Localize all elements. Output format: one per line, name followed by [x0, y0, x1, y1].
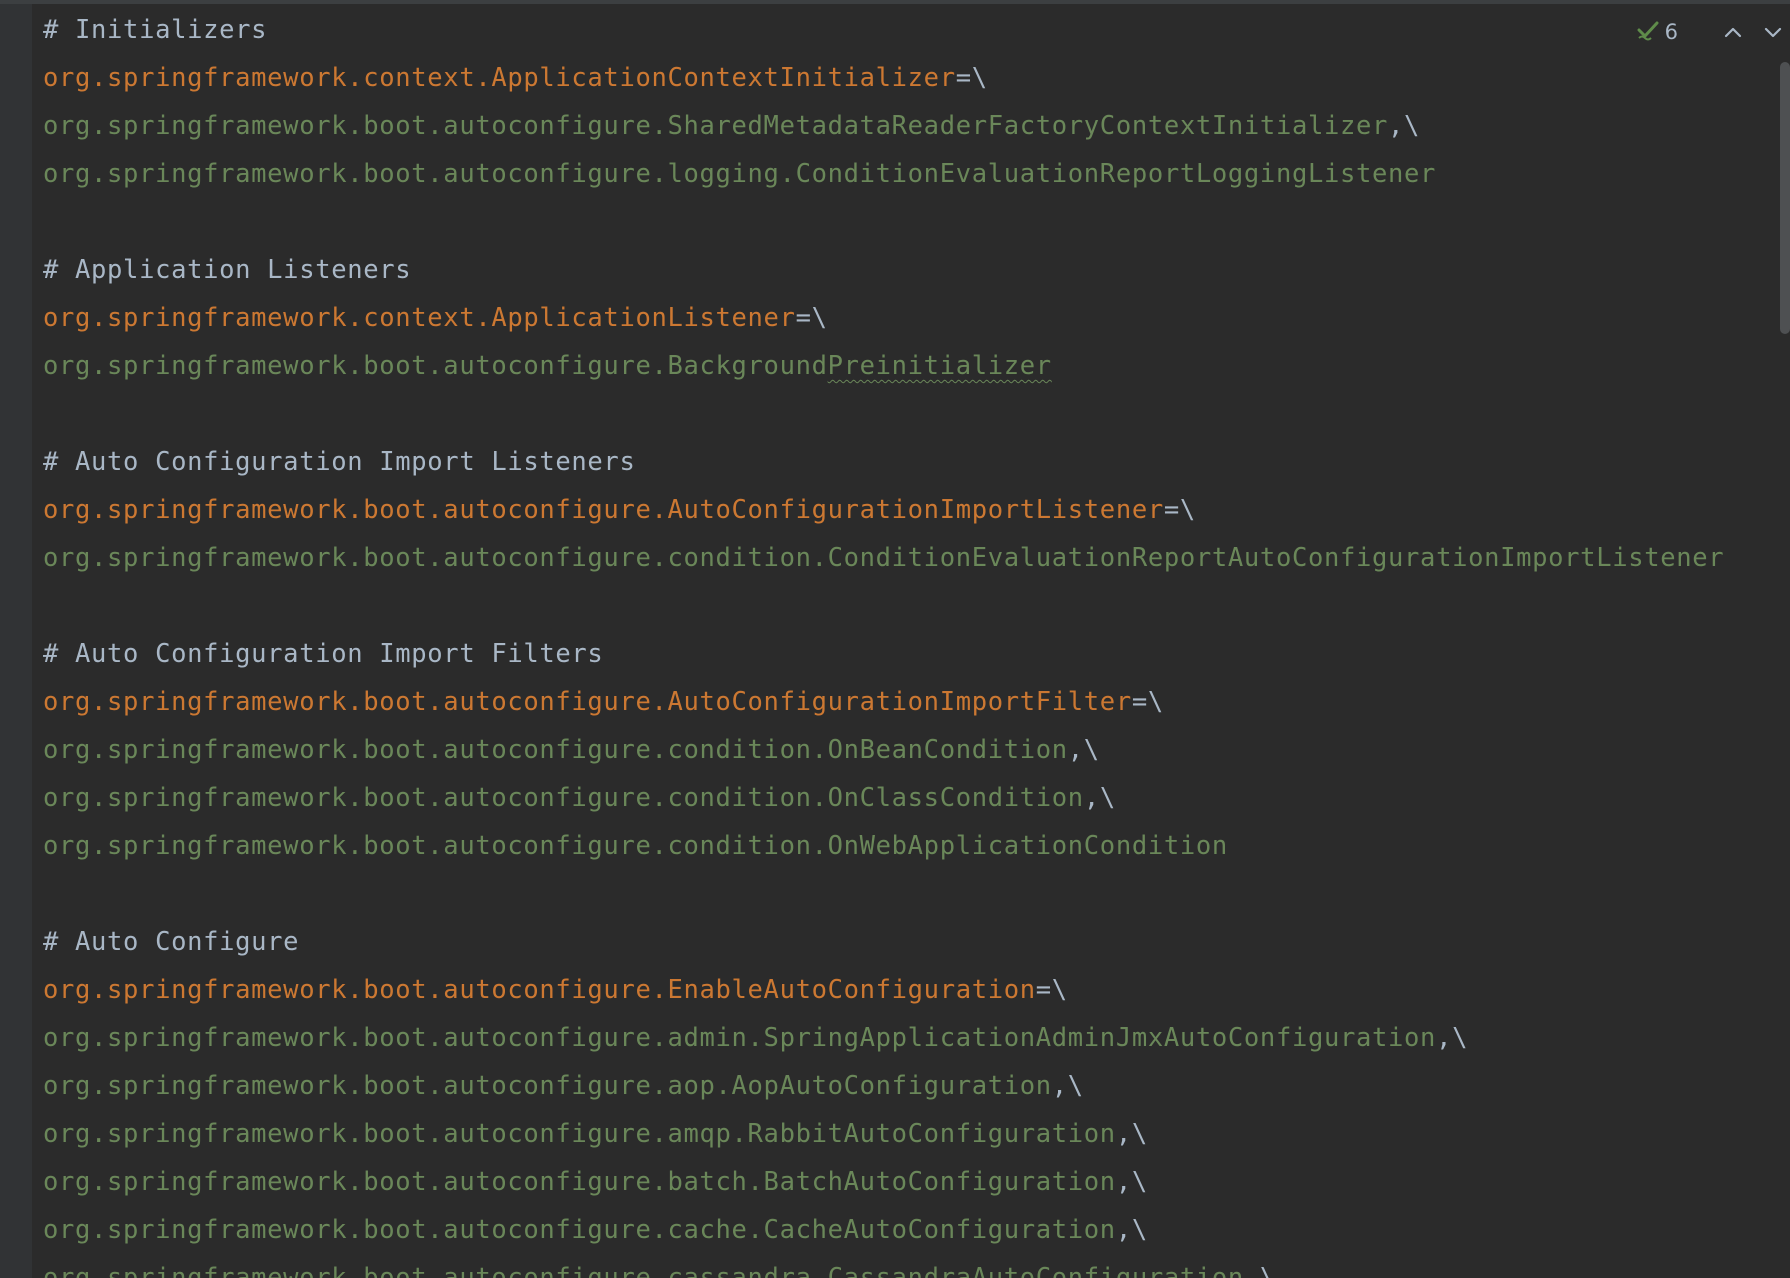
- code-line[interactable]: org.springframework.boot.autoconfigure.c…: [43, 774, 1116, 822]
- code-line[interactable]: org.springframework.boot.autoconfigure.b…: [43, 1158, 1148, 1206]
- assign-continuation: =\: [1035, 975, 1068, 1005]
- property-value: org.springframework.boot.autoconfigure.c…: [43, 831, 1228, 861]
- chevron-down-icon[interactable]: [1760, 19, 1786, 45]
- assign-continuation: =\: [1131, 687, 1164, 717]
- code-line[interactable]: org.springframework.context.ApplicationL…: [43, 294, 828, 342]
- code-line[interactable]: org.springframework.context.ApplicationC…: [43, 54, 988, 102]
- code-line[interactable]: org.springframework.boot.autoconfigure.A…: [43, 678, 1164, 726]
- code-line[interactable]: # Auto Configuration Import Listeners: [43, 438, 635, 486]
- property-value: org.springframework.boot.autoconfigure.l…: [43, 159, 1437, 189]
- comment-text: # Application Listeners: [43, 255, 412, 285]
- property-key: org.springframework.boot.autoconfigure.E…: [43, 975, 1036, 1005]
- code-area[interactable]: # Initializers org.springframework.contex…: [43, 6, 1730, 1278]
- chevron-up-icon[interactable]: [1720, 19, 1746, 45]
- comment-text: # Auto Configuration Import Filters: [43, 639, 604, 669]
- code-line[interactable]: org.springframework.boot.autoconfigure.B…: [43, 342, 1052, 390]
- line-continuation: ,\: [1067, 735, 1100, 765]
- check-icon: [1637, 19, 1659, 45]
- property-value: org.springframework.boot.autoconfigure.c…: [43, 1263, 1244, 1278]
- line-continuation: ,\: [1388, 111, 1421, 141]
- line-continuation: ,\: [1436, 1023, 1469, 1053]
- line-continuation: ,\: [1051, 1071, 1084, 1101]
- code-line[interactable]: org.springframework.boot.autoconfigure.S…: [43, 102, 1420, 150]
- property-value: org.springframework.boot.autoconfigure.c…: [43, 1215, 1116, 1245]
- line-continuation: ,\: [1115, 1215, 1148, 1245]
- assign-continuation: =\: [955, 63, 988, 93]
- code-line[interactable]: org.springframework.boot.autoconfigure.a…: [43, 1110, 1148, 1158]
- property-key: org.springframework.boot.autoconfigure.A…: [43, 687, 1132, 717]
- spelling-warning-word[interactable]: Preinitializer: [828, 351, 1052, 381]
- property-key: org.springframework.boot.autoconfigure.A…: [43, 495, 1164, 525]
- assign-continuation: =\: [1163, 495, 1196, 525]
- code-line[interactable]: org.springframework.boot.autoconfigure.A…: [43, 486, 1196, 534]
- code-line[interactable]: org.springframework.boot.autoconfigure.c…: [43, 1254, 1276, 1278]
- editor-top-border: [0, 0, 1790, 4]
- assign-continuation: =\: [795, 303, 828, 333]
- property-value: org.springframework.boot.autoconfigure.c…: [43, 543, 1725, 573]
- code-line[interactable]: org.springframework.boot.autoconfigure.c…: [43, 534, 1724, 582]
- code-line[interactable]: # Initializers: [43, 6, 267, 54]
- inspection-count: 6: [1664, 20, 1678, 44]
- property-value: org.springframework.boot.autoconfigure.B…: [43, 351, 828, 381]
- code-line[interactable]: org.springframework.boot.autoconfigure.c…: [43, 726, 1100, 774]
- code-line[interactable]: # Auto Configuration Import Filters: [43, 630, 603, 678]
- inspection-widget: 6: [1637, 14, 1790, 50]
- property-key: org.springframework.context.ApplicationL…: [43, 303, 796, 333]
- code-line[interactable]: # Application Listeners: [43, 246, 411, 294]
- property-value: org.springframework.boot.autoconfigure.a…: [43, 1119, 1116, 1149]
- code-line[interactable]: org.springframework.boot.autoconfigure.a…: [43, 1014, 1468, 1062]
- code-line[interactable]: org.springframework.boot.autoconfigure.E…: [43, 966, 1068, 1014]
- code-line[interactable]: org.springframework.boot.autoconfigure.l…: [43, 150, 1436, 198]
- code-line[interactable]: # Auto Configure: [43, 918, 299, 966]
- comment-text: # Auto Configure: [43, 927, 300, 957]
- property-value: org.springframework.boot.autoconfigure.b…: [43, 1167, 1116, 1197]
- property-value: org.springframework.boot.autoconfigure.a…: [43, 1071, 1052, 1101]
- comment-text: # Initializers: [43, 15, 268, 45]
- code-line[interactable]: org.springframework.boot.autoconfigure.a…: [43, 1062, 1084, 1110]
- property-value: org.springframework.boot.autoconfigure.S…: [43, 111, 1389, 141]
- property-value: org.springframework.boot.autoconfigure.a…: [43, 1023, 1437, 1053]
- line-continuation: ,\: [1115, 1119, 1148, 1149]
- line-continuation: ,\: [1115, 1167, 1148, 1197]
- property-value: org.springframework.boot.autoconfigure.c…: [43, 735, 1068, 765]
- inspection-status[interactable]: 6: [1637, 19, 1678, 45]
- code-editor[interactable]: # Initializers org.springframework.contex…: [0, 0, 1790, 1278]
- code-line[interactable]: org.springframework.boot.autoconfigure.c…: [43, 1206, 1148, 1254]
- comment-text: # Auto Configuration Import Listeners: [43, 447, 636, 477]
- scrollbar-thumb[interactable]: [1780, 62, 1790, 334]
- line-continuation: ,\: [1243, 1263, 1276, 1278]
- property-value: org.springframework.boot.autoconfigure.c…: [43, 783, 1084, 813]
- code-line[interactable]: org.springframework.boot.autoconfigure.c…: [43, 822, 1228, 870]
- line-continuation: ,\: [1083, 783, 1116, 813]
- editor-gutter[interactable]: [0, 4, 32, 1278]
- property-key: org.springframework.context.ApplicationC…: [43, 63, 956, 93]
